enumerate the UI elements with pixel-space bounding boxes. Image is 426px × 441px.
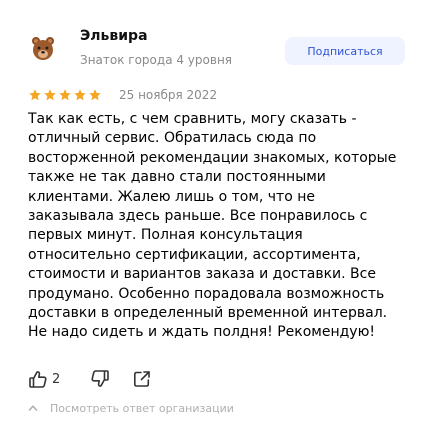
star-icon	[29, 89, 41, 101]
org-reply-label: Посмотреть ответ организации	[50, 401, 234, 415]
author-level: Знаток города 4 уровня	[80, 53, 233, 67]
review-text: Так как есть, с чем сравнить, могу сказа…	[28, 111, 397, 341]
chevron-up-icon	[28, 405, 38, 411]
review-card: Эльвира Знаток города 4 уровня Подписать…	[0, 0, 426, 441]
star-rating	[28, 88, 102, 102]
review-date: 25 ноября 2022	[119, 88, 218, 102]
share-icon	[134, 371, 150, 387]
review-actions: 2	[28, 368, 228, 390]
rating-row: 25 ноября 2022	[28, 86, 328, 104]
org-reply-toggle[interactable]: Посмотреть ответ организации	[28, 400, 234, 416]
star-icon	[74, 89, 86, 101]
star-icon	[44, 89, 56, 101]
subscribe-button[interactable]: Подписаться	[285, 37, 405, 65]
star-icon	[59, 89, 71, 101]
bear-face-icon	[32, 37, 54, 60]
share-button[interactable]	[132, 368, 152, 390]
avatar[interactable]	[28, 34, 58, 64]
thumbs-up-icon	[29, 371, 47, 388]
like-count: 2	[52, 371, 61, 387]
review-header: Эльвира Знаток города 4 уровня Подписать…	[0, 0, 426, 80]
author-name[interactable]: Эльвира	[80, 28, 148, 44]
dislike-button[interactable]	[90, 368, 110, 390]
thumbs-down-icon	[91, 370, 109, 387]
like-button[interactable]: 2	[28, 368, 60, 390]
star-icon	[89, 89, 101, 101]
